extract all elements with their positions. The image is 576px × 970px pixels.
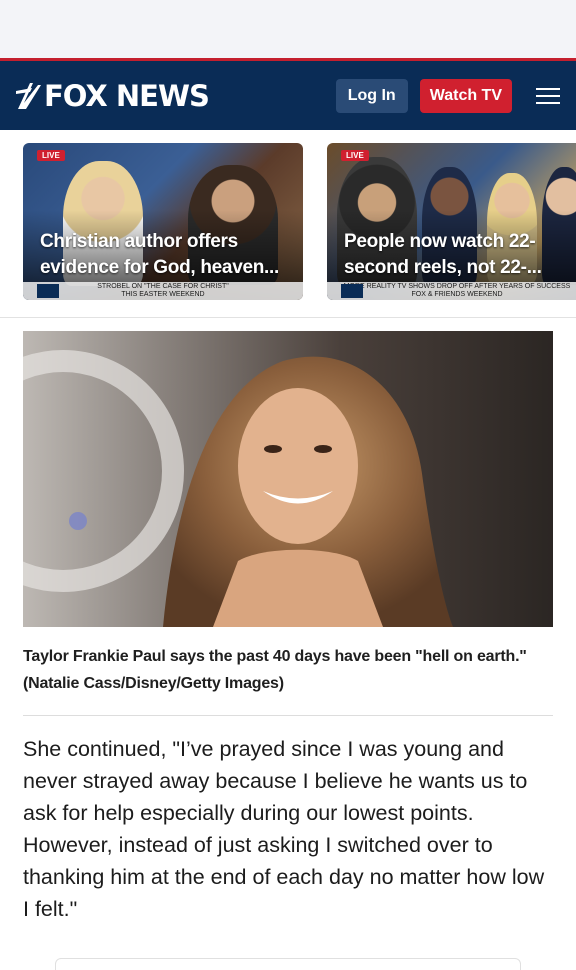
fox-logo-mark-icon [16, 82, 41, 109]
portrait-illustration [23, 331, 553, 627]
fox-news-bug-icon [37, 284, 59, 298]
live-badge: LIVE [37, 150, 65, 161]
live-badge: LIVE [341, 150, 369, 161]
watch-tv-button[interactable]: Watch TV [419, 78, 512, 113]
chyron-line: MORE REALITY TV SHOWS DROP OFF AFTER YEA… [343, 283, 571, 290]
promo-headline: Christian author offers evidence for God… [40, 231, 279, 278]
promo-card[interactable]: LIVE Christian author offers evidence fo… [23, 143, 303, 300]
divider [23, 715, 553, 716]
next-content-card[interactable] [55, 958, 521, 970]
chyron: STROBEL ON "THE CASE FOR CHRIST" THIS EA… [23, 282, 303, 300]
fox-news-logo[interactable]: FOX NEWS [16, 78, 210, 113]
promo-card[interactable]: LIVE People now watch 22-second reels, n… [327, 143, 576, 300]
site-header: FOX NEWS Log In Watch TV [0, 58, 576, 130]
chyron: MORE REALITY TV SHOWS DROP OFF AFTER YEA… [327, 282, 576, 300]
status-area [0, 0, 576, 58]
chyron-line: FOX & FRIENDS WEEKEND [411, 291, 503, 298]
chyron-line: STROBEL ON "THE CASE FOR CHRIST" [97, 283, 229, 290]
promo-headline: People now watch 22-second reels, not 22… [344, 231, 542, 278]
article-paragraph: She continued, "I’ve prayed since I was … [23, 737, 545, 921]
login-button[interactable]: Log In [335, 78, 408, 113]
image-caption: Taylor Frankie Paul says the past 40 day… [23, 648, 527, 692]
article-hero-image [23, 331, 553, 627]
chyron-line: THIS EASTER WEEKEND [121, 291, 205, 298]
video-promo-strip: LIVE Christian author offers evidence fo… [0, 130, 576, 318]
menu-icon[interactable] [536, 87, 560, 104]
fox-news-bug-icon [341, 284, 363, 298]
logo-text: FOX NEWS [44, 78, 210, 113]
